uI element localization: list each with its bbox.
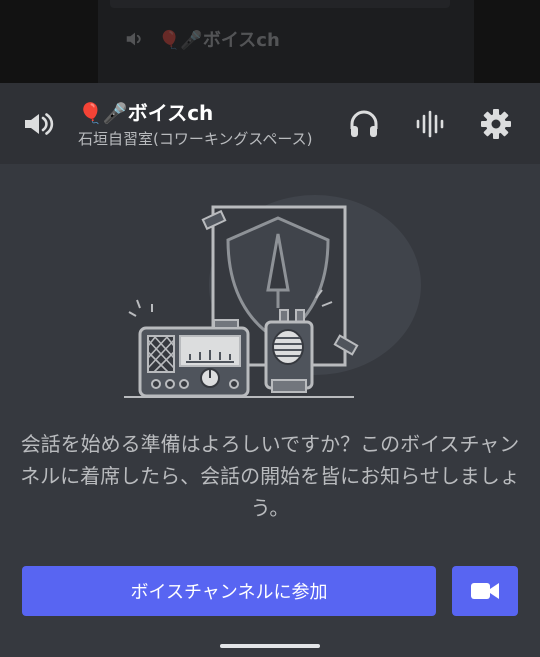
join-voice-channel-button[interactable]: ボイスチャンネルに参加 bbox=[22, 566, 436, 616]
background-bar bbox=[110, 0, 450, 8]
gear-icon[interactable] bbox=[476, 104, 516, 144]
background-overlay: 🎈🎤ボイスch bbox=[0, 0, 540, 83]
server-name: 石垣自習室(コワーキングスペース) bbox=[78, 130, 313, 148]
home-indicator[interactable] bbox=[220, 644, 320, 648]
header-titles: 🎈🎤ボイスch 石垣自習室(コワーキングスペース) bbox=[78, 99, 312, 149]
voice-channel-illustration bbox=[110, 190, 430, 405]
headphones-icon[interactable] bbox=[344, 104, 384, 144]
channel-title: 🎈🎤ボイスch bbox=[78, 101, 214, 125]
voice-channel-description: 会話を始める準備はよろしいですか？このボイスチャンネルに着席したら、会話の開始を… bbox=[20, 432, 520, 520]
video-button[interactable] bbox=[452, 566, 518, 616]
background-channel-name: 🎈🎤ボイスch bbox=[158, 30, 280, 51]
speaker-icon[interactable] bbox=[20, 106, 56, 142]
background-channel-row: 🎈🎤ボイスch bbox=[122, 26, 280, 52]
voice-waveform-icon[interactable] bbox=[410, 104, 450, 144]
background-speaker-icon bbox=[126, 32, 141, 46]
video-camera-icon bbox=[471, 583, 499, 599]
voice-channel-header: 🎈🎤ボイスch 石垣自習室(コワーキングスペース) bbox=[0, 83, 540, 164]
